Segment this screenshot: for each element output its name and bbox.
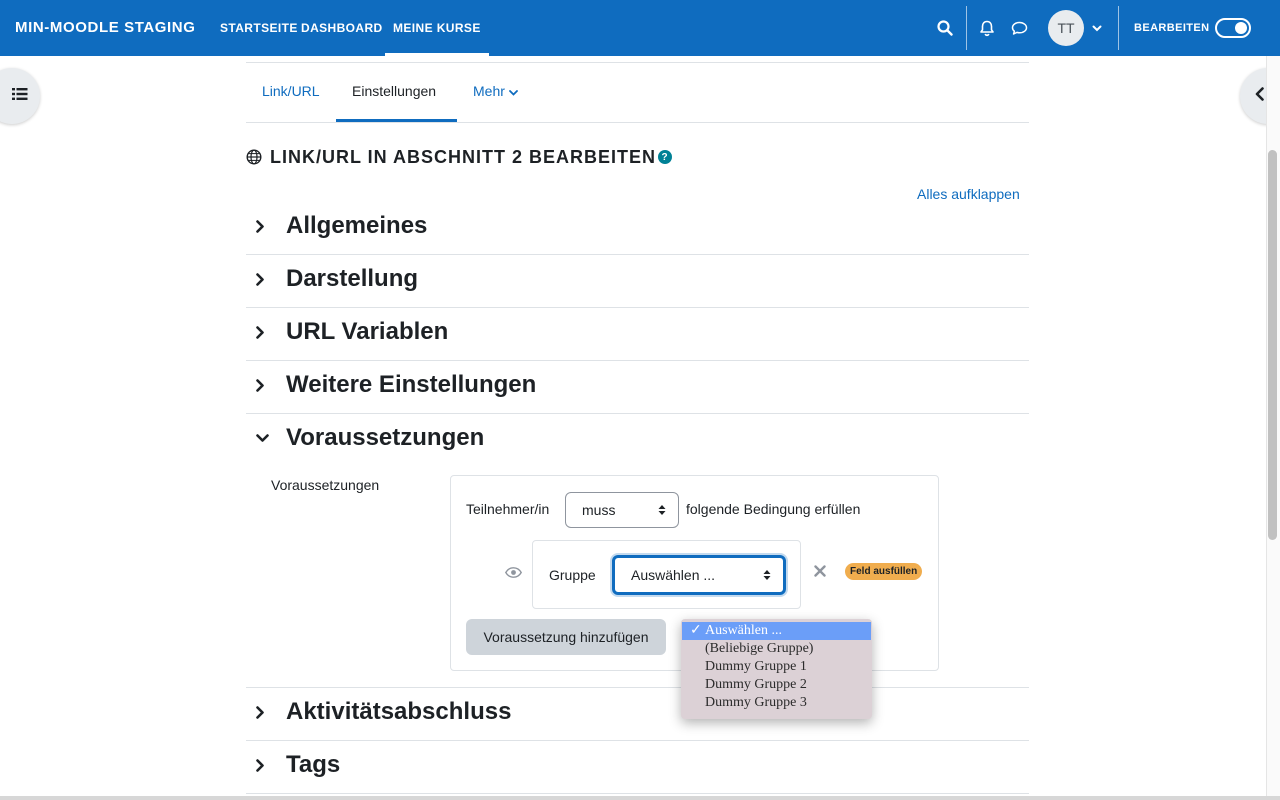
dropdown-option-dummy-gruppe-2[interactable]: Dummy Gruppe 2 bbox=[681, 676, 872, 694]
tab-mehr[interactable]: Mehr bbox=[473, 83, 518, 99]
add-restriction-button[interactable]: Voraussetzung hinzufügen bbox=[466, 619, 666, 655]
secondary-tabs: Link/URL Einstellungen Mehr bbox=[246, 63, 1029, 123]
site-brand[interactable]: MIN-MOODLE STAGING bbox=[15, 19, 196, 36]
help-icon[interactable]: ? bbox=[658, 150, 673, 164]
required-badge: Feld ausfüllen bbox=[845, 563, 923, 580]
condition-prefix: Teilnehmer/in bbox=[466, 501, 550, 517]
nav-dashboard[interactable]: DASHBOARD bbox=[301, 21, 383, 35]
chevron-down-icon bbox=[246, 433, 286, 443]
scrollbar-thumb[interactable] bbox=[1268, 150, 1277, 540]
chevron-right-icon bbox=[246, 219, 286, 233]
page-title-text: LINK/URL IN ABSCHNITT 2 BEARBEITEN bbox=[270, 146, 657, 167]
condition-type-label: Gruppe bbox=[549, 567, 596, 583]
select-arrows-icon bbox=[763, 570, 771, 580]
user-avatar[interactable]: TT bbox=[1048, 10, 1084, 46]
bell-icon[interactable] bbox=[975, 16, 999, 40]
chevron-down-icon[interactable] bbox=[1085, 16, 1109, 40]
section-title: Allgemeines bbox=[286, 212, 428, 239]
section-tags: Tags bbox=[246, 741, 1029, 794]
section-header[interactable]: Weitere Einstellungen bbox=[246, 371, 536, 399]
group-select-value: Auswählen ... bbox=[631, 567, 716, 583]
chevron-right-icon bbox=[246, 272, 286, 286]
availability-label: Voraussetzungen bbox=[271, 477, 380, 493]
section-aktivitaetsabschluss: Aktivitätsabschluss bbox=[246, 688, 1029, 741]
section-title: URL Variablen bbox=[286, 318, 449, 345]
dropdown-option-dummy-gruppe-1[interactable]: Dummy Gruppe 1 bbox=[681, 658, 872, 676]
toggle-knob bbox=[1235, 22, 1247, 34]
window-bottom-edge bbox=[0, 796, 1280, 800]
edit-mode-label: BEARBEITEN bbox=[1134, 22, 1210, 34]
globe-icon bbox=[246, 149, 262, 165]
tab-link-url[interactable]: Link/URL bbox=[262, 83, 320, 99]
dropdown-option-label: Auswählen ... bbox=[705, 623, 782, 638]
chevron-right-icon bbox=[246, 705, 286, 719]
dropdown-option-auswaehlen[interactable]: ✓ Auswählen ... bbox=[682, 622, 871, 640]
group-select[interactable]: Auswählen ... bbox=[612, 555, 786, 595]
page-title: LINK/URL IN ABSCHNITT 2 BEARBEITEN ? bbox=[246, 145, 673, 169]
section-darstellung: Darstellung bbox=[246, 255, 1029, 308]
expand-all-link[interactable]: Alles aufklappen bbox=[917, 186, 1020, 202]
section-title: Voraussetzungen bbox=[286, 424, 485, 451]
section-header[interactable]: Voraussetzungen bbox=[246, 424, 484, 452]
edit-mode-toggle[interactable] bbox=[1215, 18, 1251, 38]
must-select[interactable]: muss bbox=[565, 492, 679, 528]
group-dropdown-menu: ✓ Auswählen ... (Beliebige Gruppe) Dummy… bbox=[681, 619, 872, 719]
eye-icon[interactable] bbox=[504, 565, 523, 583]
chevron-right-icon bbox=[246, 758, 286, 772]
delete-condition-icon[interactable] bbox=[814, 564, 826, 582]
section-title: Weitere Einstellungen bbox=[286, 371, 537, 398]
tab-einstellungen[interactable]: Einstellungen bbox=[352, 83, 436, 99]
section-title: Darstellung bbox=[286, 265, 419, 292]
section-header[interactable]: Allgemeines bbox=[246, 212, 427, 240]
section-header[interactable]: Aktivitätsabschluss bbox=[246, 698, 511, 726]
nav-divider bbox=[1118, 6, 1119, 50]
dropdown-option-beliebige-gruppe[interactable]: (Beliebige Gruppe) bbox=[681, 640, 872, 658]
section-weitere-einstellungen: Weitere Einstellungen bbox=[246, 361, 1029, 414]
must-select-value: muss bbox=[582, 502, 616, 518]
section-header[interactable]: Darstellung bbox=[246, 265, 418, 293]
condition-suffix: folgende Bedingung erfüllen bbox=[686, 501, 861, 517]
dropdown-option-dummy-gruppe-3[interactable]: Dummy Gruppe 3 bbox=[681, 694, 872, 712]
checkmark-icon: ✓ bbox=[690, 623, 702, 638]
section-title: Tags bbox=[286, 751, 341, 778]
section-header[interactable]: URL Variablen bbox=[246, 318, 448, 346]
nav-startseite[interactable]: STARTSEITE bbox=[220, 21, 298, 35]
nav-meine-kurse[interactable]: MEINE KURSE bbox=[385, 21, 489, 56]
tab-mehr-label: Mehr bbox=[473, 83, 505, 99]
chevron-down-icon bbox=[509, 83, 518, 99]
section-title: Aktivitätsabschluss bbox=[286, 698, 512, 725]
chat-bubble-icon[interactable] bbox=[1007, 16, 1031, 40]
chevron-right-icon bbox=[246, 325, 286, 339]
section-url-variablen: URL Variablen bbox=[246, 308, 1029, 361]
chevron-left-icon bbox=[1255, 86, 1265, 106]
course-index-drawer-button[interactable] bbox=[0, 68, 40, 124]
select-arrows-icon bbox=[658, 505, 666, 515]
search-icon[interactable] bbox=[933, 16, 957, 40]
section-allgemeines: Allgemeines bbox=[246, 202, 1029, 255]
active-tab-indicator bbox=[336, 119, 457, 122]
section-header[interactable]: Tags bbox=[246, 751, 340, 779]
chevron-right-icon bbox=[246, 378, 286, 392]
list-icon bbox=[12, 87, 28, 105]
nav-divider bbox=[966, 6, 967, 50]
top-navbar: MIN-MOODLE STAGING STARTSEITE DASHBOARD … bbox=[0, 0, 1280, 56]
